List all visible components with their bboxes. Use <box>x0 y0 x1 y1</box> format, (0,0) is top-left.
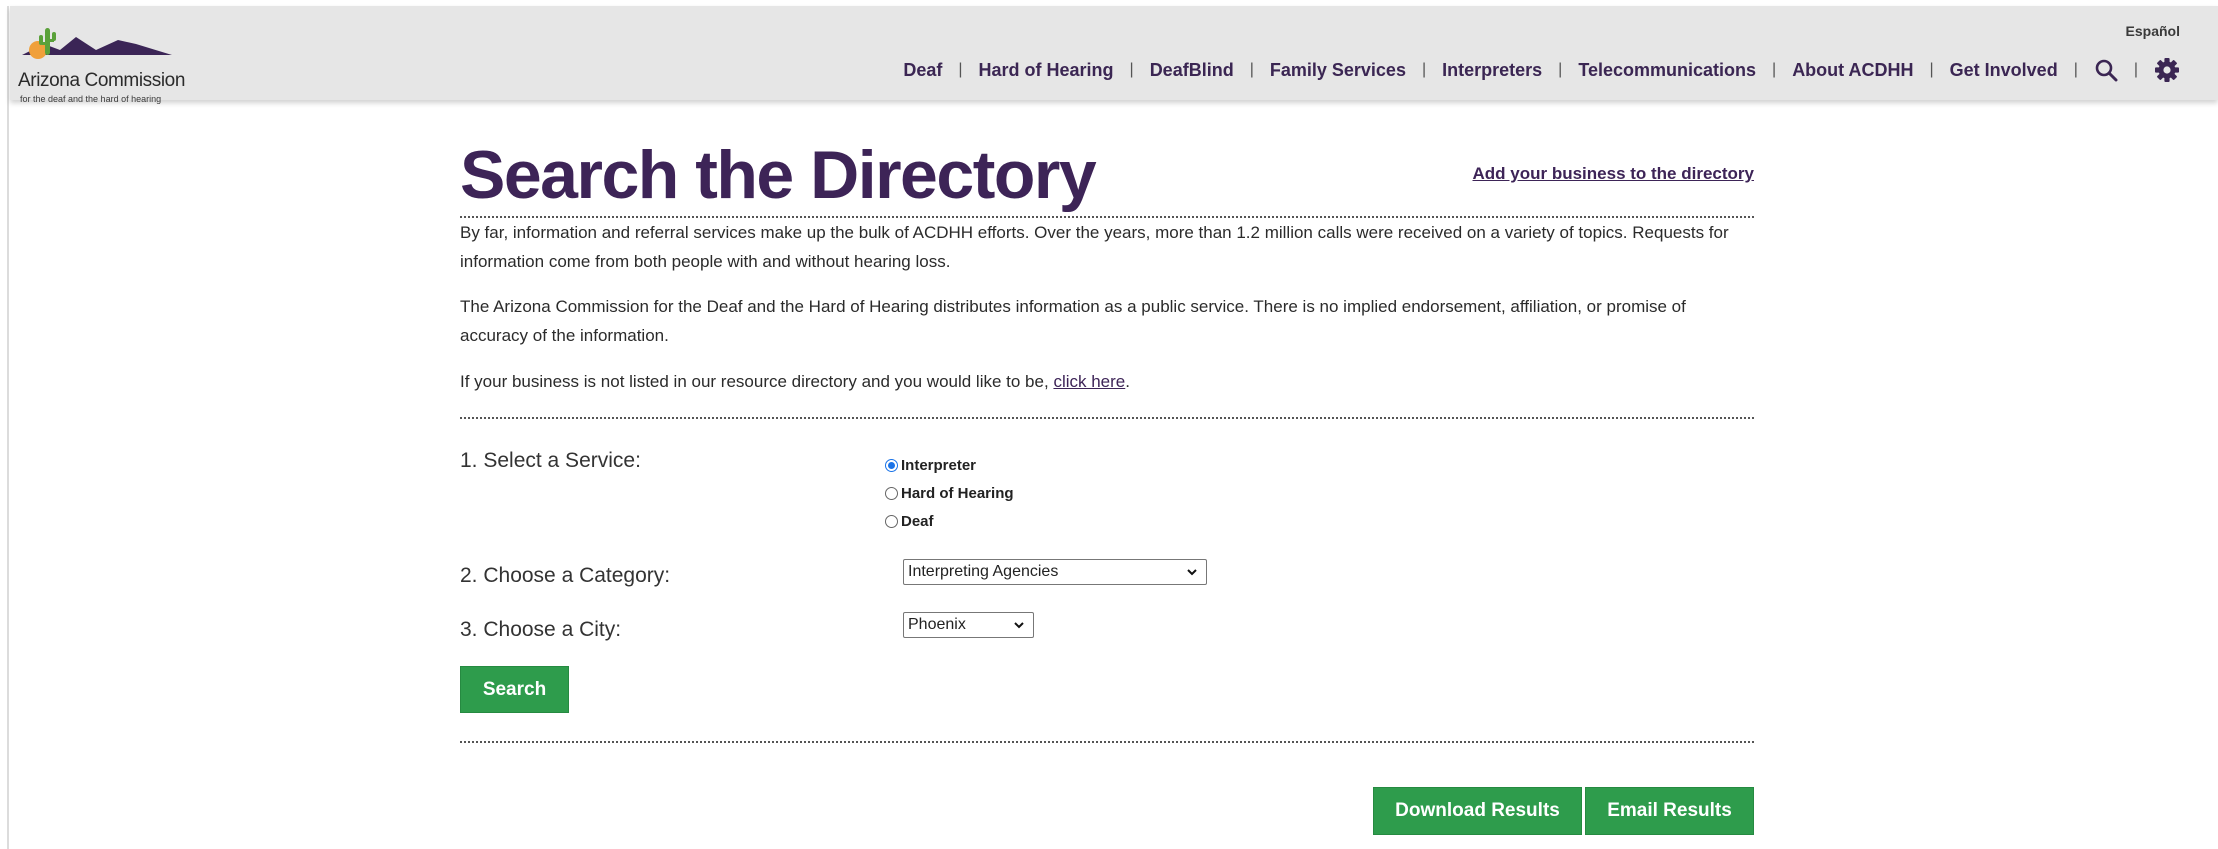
radio-label: Deaf <box>901 513 934 530</box>
service-label: 1. Select a Service: <box>460 449 641 472</box>
radio-button[interactable] <box>885 487 898 500</box>
nav-item-about-acdhh[interactable]: About ACDHH <box>1792 60 1913 81</box>
listing-paragraph: If your business is not listed in our re… <box>460 367 1754 396</box>
chevron-down-icon <box>1187 569 1197 576</box>
listing-text: If your business is not listed in our re… <box>460 372 1049 391</box>
nav-separator: | <box>2073 61 2078 78</box>
category-select-value: Interpreting Agencies <box>908 563 1059 580</box>
nav-separator: | <box>1129 61 1134 78</box>
radio-label: Hard of Hearing <box>901 485 1014 502</box>
divider <box>460 417 1754 419</box>
nav-separator: | <box>1558 61 1563 78</box>
service-option-deaf[interactable]: Deaf <box>885 513 934 530</box>
radio-button[interactable] <box>885 515 898 528</box>
category-select[interactable]: Interpreting Agencies <box>903 559 1207 585</box>
intro-paragraph: By far, information and referral service… <box>460 223 1729 271</box>
search-icon[interactable] <box>2094 58 2118 82</box>
click-here-link[interactable]: click here <box>1053 372 1125 391</box>
service-option-hard-of-hearing[interactable]: Hard of Hearing <box>885 485 1014 502</box>
language-link-espanol[interactable]: Español <box>2126 23 2180 39</box>
service-option-interpreter[interactable]: Interpreter <box>885 457 976 474</box>
nav-item-interpreters[interactable]: Interpreters <box>1442 60 1542 81</box>
logo-subtitle: for the deaf and the hard of hearing <box>20 94 162 104</box>
nav-separator: | <box>2133 61 2138 78</box>
divider <box>460 741 1754 743</box>
nav-item-deafblind[interactable]: DeafBlind <box>1150 60 1234 81</box>
nav-separator: | <box>1772 61 1777 78</box>
listing-end: . <box>1125 372 1130 391</box>
nav-item-family-services[interactable]: Family Services <box>1270 60 1406 81</box>
chevron-down-icon <box>1014 622 1024 629</box>
category-label: 2. Choose a Category: <box>460 564 671 587</box>
nav-separator: | <box>1421 61 1427 78</box>
radio-label: Interpreter <box>901 457 977 474</box>
nav-separator: | <box>1929 61 1934 78</box>
search-button[interactable]: Search <box>460 666 569 713</box>
logo-mountains-icon <box>22 28 172 59</box>
disclaimer-paragraph: The Arizona Commission for the Deaf and … <box>460 297 1686 345</box>
nav-separator: | <box>958 61 963 78</box>
city-select-value: Phoenix <box>908 616 966 633</box>
nav-item-hard-of-hearing[interactable]: Hard of Hearing <box>979 60 1114 81</box>
nav-item-deaf[interactable]: Deaf <box>903 60 942 81</box>
nav-item-get-involved[interactable]: Get Involved <box>1950 60 2058 81</box>
gear-icon[interactable] <box>2154 57 2180 83</box>
download-results-button[interactable]: Download Results <box>1373 787 1582 835</box>
site-header: Arizona Commission for the deaf and the … <box>10 6 2218 104</box>
page-title: Search the Directory <box>460 137 1097 213</box>
city-label: 3. Choose a City: <box>460 618 622 641</box>
site-logo[interactable]: Arizona Commission for the deaf and the … <box>14 20 186 104</box>
nav-separator: | <box>1249 61 1254 78</box>
logo-title: Arizona Commission <box>18 70 186 91</box>
main-nav: Deaf | Hard of Hearing | DeafBlind | Fam… <box>903 56 2180 84</box>
radio-button[interactable] <box>885 459 898 472</box>
nav-item-telecommunications[interactable]: Telecommunications <box>1578 60 1756 81</box>
left-edge <box>0 6 9 849</box>
email-results-button[interactable]: Email Results <box>1585 787 1754 835</box>
city-select[interactable]: Phoenix <box>903 612 1034 638</box>
add-business-link[interactable]: Add your business to the directory <box>1473 164 1755 184</box>
